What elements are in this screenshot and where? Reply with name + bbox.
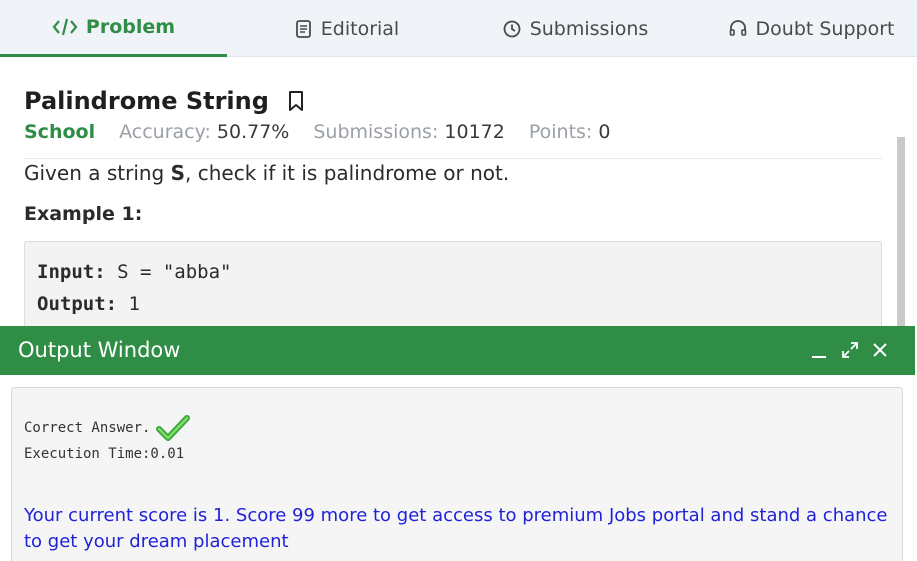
input-value: S = "abba" [105,261,232,283]
accuracy-label: Accuracy: [119,121,211,143]
execution-time: Execution Time:0.01 [24,446,185,462]
accuracy-value: 50.77% [216,121,290,143]
tab-problem[interactable]: Problem [0,0,227,57]
example-heading: Example 1: [24,203,143,225]
result-line: Correct Answer. [24,414,191,442]
output-console: Correct Answer. Execution Time:0.01 Your… [11,387,903,561]
output-window-header: Output Window [0,326,915,375]
output-value: 1 [117,293,140,315]
statement-variable: S [170,161,186,185]
example-codebox: Input: S = "abba" Output: 1 [24,241,882,327]
problem-panel: Palindrome String School Accuracy: 50.77… [0,57,905,327]
submissions-count: Submissions: 10172 [313,121,505,143]
problem-meta: School Accuracy: 50.77% Submissions: 101… [24,121,634,143]
problem-title-row: Palindrome String [24,87,305,115]
statement-prefix: Given a string [24,161,171,185]
problem-title: Palindrome String [24,87,269,115]
document-icon [295,19,313,39]
input-label: Input: [37,261,106,283]
problem-tabs: Problem Editorial Submissions Doubt Supp… [0,0,917,57]
expand-icon[interactable] [838,338,862,362]
points: Points: 0 [529,121,611,143]
tab-editorial-label: Editorial [320,17,400,40]
points-value: 0 [598,121,611,143]
minimize-icon[interactable] [807,338,831,362]
tab-submissions[interactable]: Submissions [470,0,680,57]
output-label: Output: [37,293,118,315]
submissions-label: Submissions: [313,121,439,143]
accuracy: Accuracy: 50.77% [119,121,289,143]
tab-editorial[interactable]: Editorial [247,0,447,57]
difficulty-level: School [24,121,96,143]
bookmark-icon[interactable] [287,90,305,112]
output-window-body: Correct Answer. Execution Time:0.01 Your… [0,375,917,561]
headset-icon [728,19,748,39]
output-window-title: Output Window [18,338,181,362]
tab-submissions-label: Submissions [529,17,649,40]
checkmark-icon [156,414,191,442]
tab-doubt-support-label: Doubt Support [755,17,895,40]
points-label: Points: [528,121,593,143]
scrollbar[interactable] [897,137,905,327]
result-text: Correct Answer. [24,420,151,436]
score-message: Your current score is 1. Score 99 more t… [24,505,888,552]
clock-icon [502,19,522,39]
tab-doubt-support[interactable]: Doubt Support [705,0,917,57]
close-icon[interactable] [868,338,892,362]
submissions-value: 10172 [444,121,505,143]
example-output-line: Output: 1 [37,288,869,320]
tab-problem-label: Problem [85,16,176,38]
statement-suffix: , check if it is palindrome or not. [185,161,510,185]
example-input-line: Input: S = "abba" [37,256,869,288]
divider [24,158,882,159]
problem-statement: Given a string S, check if it is palindr… [24,161,509,185]
code-icon [52,17,78,37]
